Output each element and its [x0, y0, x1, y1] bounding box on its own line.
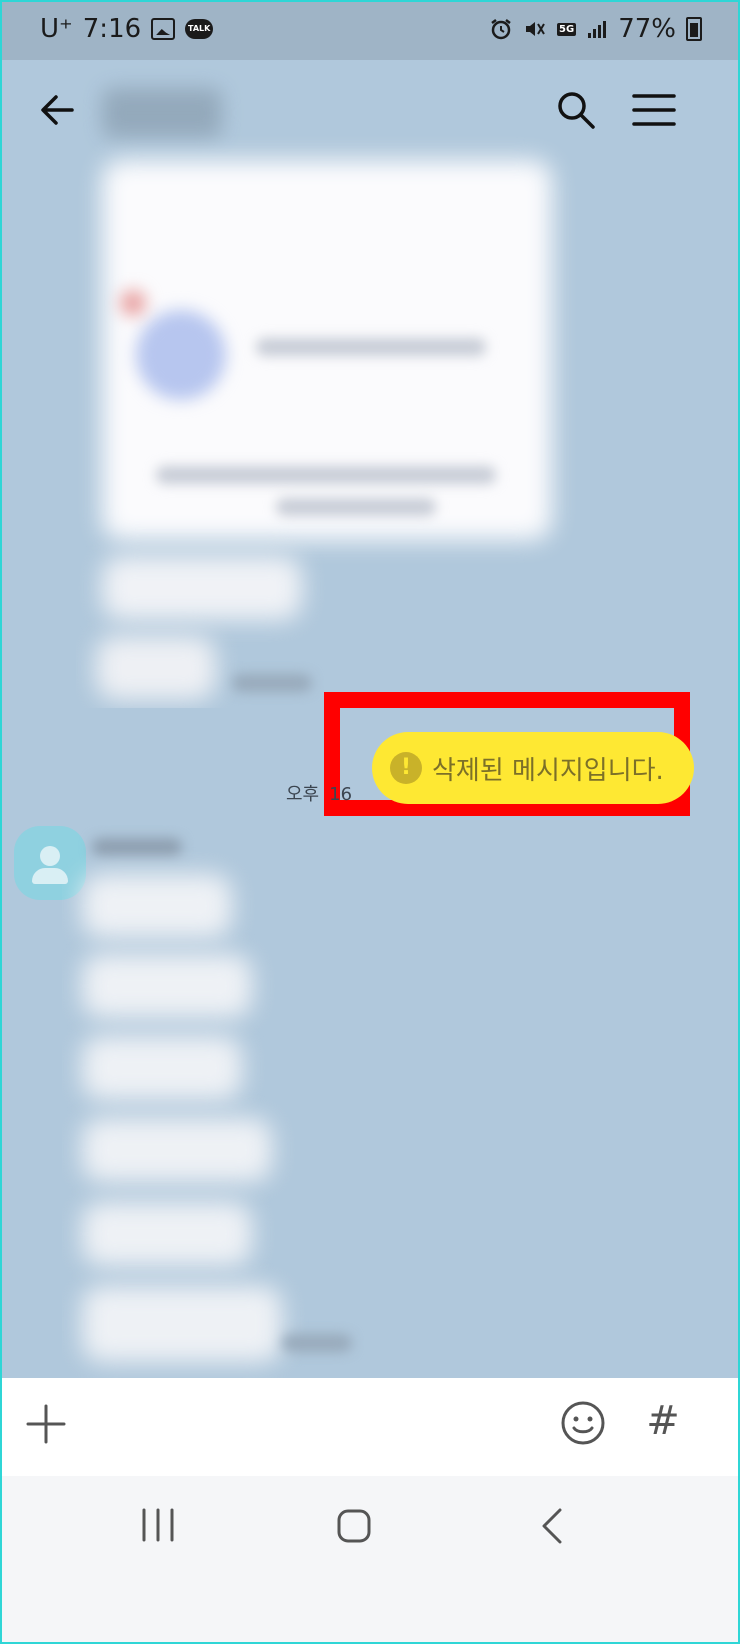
emoji-icon[interactable] — [558, 1398, 608, 1448]
time-prefix: 오후 — [286, 784, 320, 805]
time-suffix: 16 — [329, 784, 353, 805]
menu-icon[interactable] — [630, 88, 678, 132]
phone-screen: U⁺ 7:16 TALK 5G 77% ! 삭제된 메시지입니다. 오후 16 … — [0, 0, 740, 1644]
recent-apps-icon[interactable] — [138, 1506, 178, 1544]
redacted-message-upper — [76, 80, 576, 708]
signal-icon — [588, 21, 607, 38]
kakaotalk-notification-icon: TALK — [185, 19, 214, 39]
back-chevron-icon[interactable] — [534, 1504, 570, 1548]
status-bar: U⁺ 7:16 TALK 5G 77% — [2, 2, 738, 60]
message-input-bar: # — [2, 1378, 738, 1476]
message-time: 오후 16 — [286, 780, 352, 806]
network-5g-icon: 5G — [557, 22, 577, 36]
deleted-message-bubble[interactable]: ! 삭제된 메시지입니다. — [372, 732, 694, 804]
avatar-person-icon — [40, 846, 60, 866]
mute-icon — [526, 22, 545, 36]
status-right: 5G 77% — [489, 14, 702, 44]
home-icon[interactable] — [334, 1506, 374, 1546]
battery-percent: 77% — [618, 14, 676, 44]
alarm-icon — [491, 19, 511, 40]
clock: 7:16 — [82, 14, 142, 44]
status-left: U⁺ 7:16 TALK — [40, 14, 214, 44]
plus-icon[interactable] — [24, 1402, 68, 1446]
deleted-message-text: 삭제된 메시지입니다. — [432, 755, 664, 786]
hashtag-search-icon[interactable]: # — [638, 1396, 688, 1446]
system-nav-bar — [2, 1476, 738, 1642]
gallery-notification-icon — [151, 18, 176, 40]
battery-icon — [686, 17, 702, 41]
alert-icon: ! — [390, 752, 422, 784]
carrier-label: U⁺ — [40, 14, 73, 44]
back-arrow-icon[interactable] — [36, 88, 80, 132]
redacted-message-lower — [62, 814, 378, 1382]
